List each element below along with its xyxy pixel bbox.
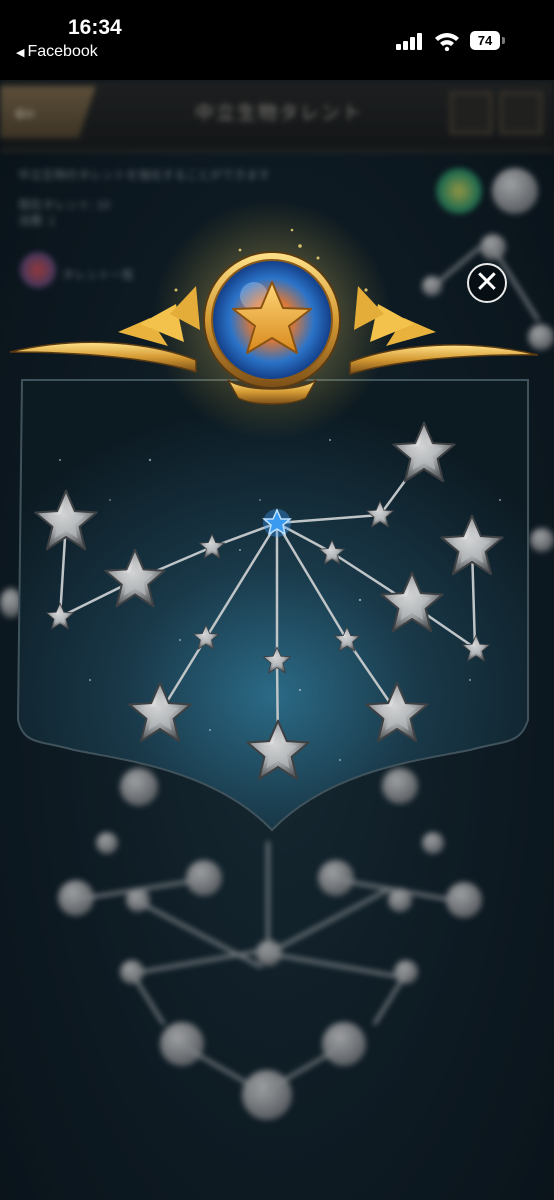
battery-indicator: 74: [470, 31, 500, 50]
wifi-icon: [435, 33, 459, 51]
battery-tip: [502, 37, 505, 44]
back-triangle-icon: ◀: [16, 47, 25, 59]
back-app-label: Facebook: [27, 43, 98, 60]
talent-constellation-panel: [9, 200, 539, 832]
back-to-app-link[interactable]: ◀ Facebook: [16, 43, 98, 61]
clock: 16:34: [68, 16, 122, 39]
status-bar: 16:34 ◀ Facebook 74: [0, 0, 554, 80]
game-screen: ⇐ 中立生物タレント 中立生物のタレントを強化することができます 現在タレント:…: [0, 80, 554, 1200]
active-center-star: [261, 508, 293, 537]
cellular-signal-icon: [396, 33, 422, 50]
